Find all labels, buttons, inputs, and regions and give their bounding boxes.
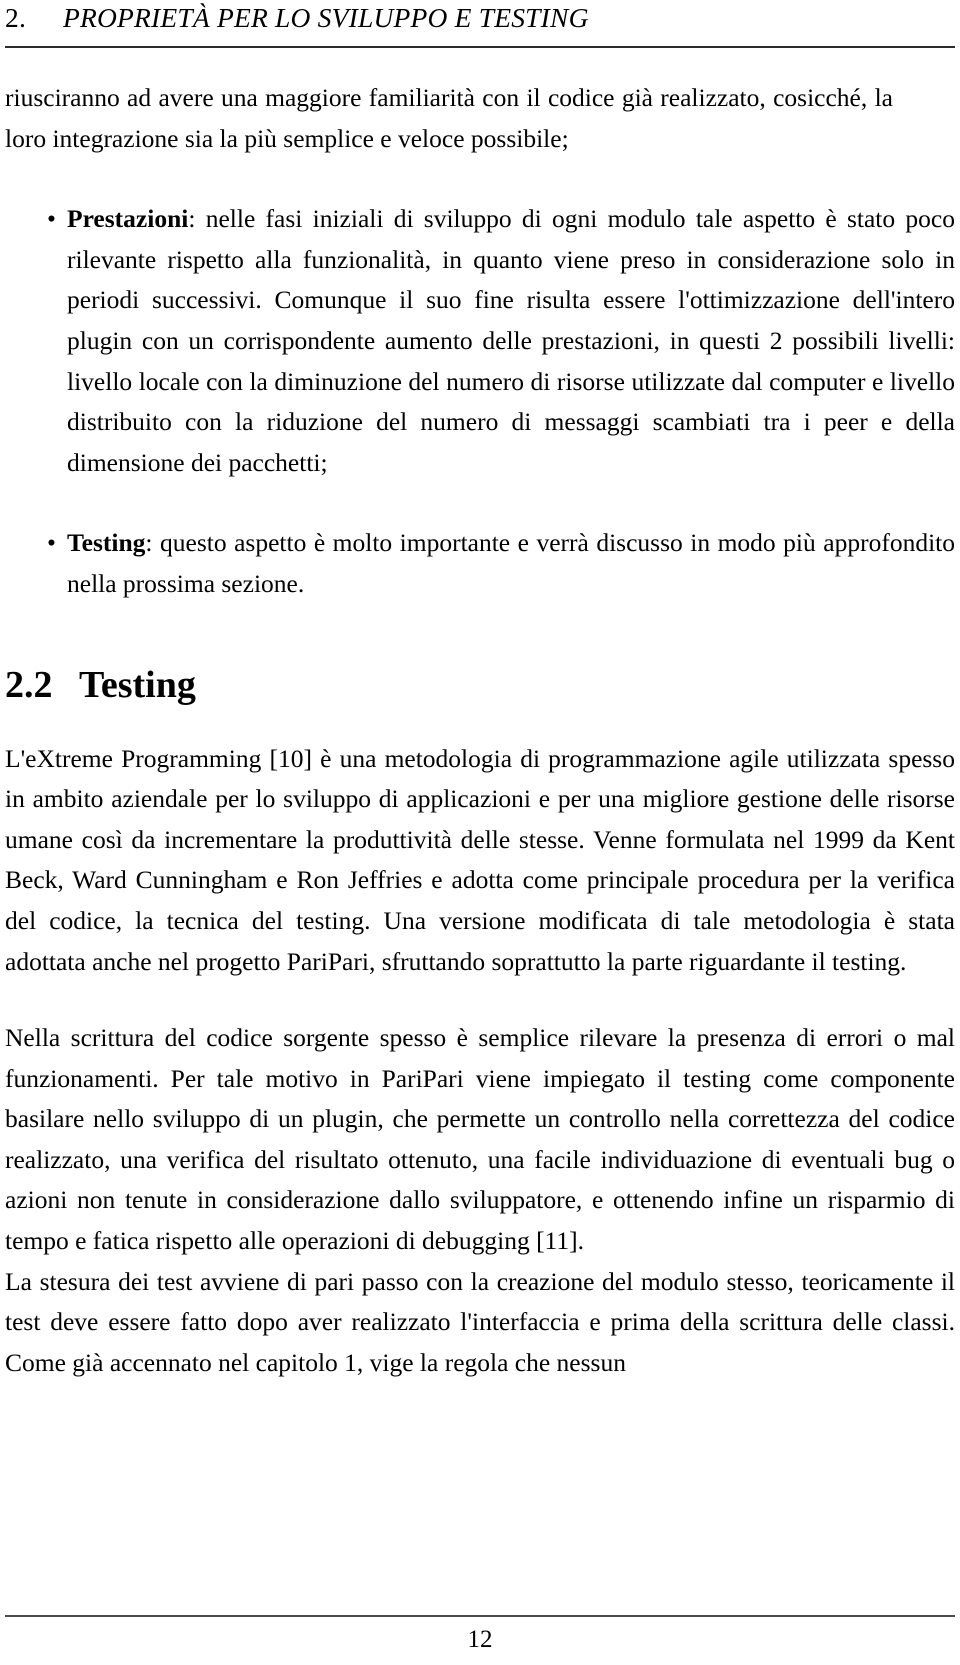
section-heading: 2.2 Testing <box>5 661 955 709</box>
list-item-text: nelle fasi iniziali di sviluppo di ogni … <box>67 204 955 477</box>
list-item-separator: : <box>188 204 206 234</box>
body-paragraph: Nella scrittura del codice sorgente spes… <box>5 1023 955 1256</box>
bullet-icon: • <box>47 204 56 234</box>
list-item-text: questo aspetto è molto importante e verr… <box>67 528 955 598</box>
running-header: 2. PROPRIETÀ PER LO SVILUPPO E TESTING <box>5 0 955 42</box>
section-title: Testing <box>79 663 196 706</box>
body-paragraph: La stesura dei test avviene di pari pass… <box>5 1266 955 1377</box>
page-body: riusciranno ad avere una maggiore famili… <box>5 78 955 1383</box>
document-page: 2. PROPRIETÀ PER LO SVILUPPO E TESTING r… <box>0 0 960 1665</box>
list-item-term: Testing <box>67 528 146 558</box>
bullet-icon: • <box>47 528 56 558</box>
list-item: • Testing: questo aspetto è molto import… <box>5 523 955 604</box>
page-number: 12 <box>467 1626 493 1653</box>
header-chapter-number: 2. <box>5 2 27 33</box>
header-chapter-title: PROPRIETÀ PER LO SVILUPPO E TESTING <box>63 2 589 33</box>
list-item-paragraph: Prestazioni: nelle fasi iniziali di svil… <box>67 199 955 483</box>
list-item-separator: : <box>145 528 161 558</box>
list-item: • Prestazioni: nelle fasi iniziali di sv… <box>5 199 955 483</box>
list-item-term: Prestazioni <box>67 204 189 234</box>
section-number: 2.2 <box>5 663 53 706</box>
bulleted-list: • Prestazioni: nelle fasi iniziali di sv… <box>5 199 955 604</box>
body-paragraph: L'eXtreme Programming [10] è una metodol… <box>5 743 955 976</box>
header-rule <box>5 46 955 48</box>
page-footer: 12 <box>5 1615 955 1657</box>
list-item-paragraph: Testing: questo aspetto è molto importan… <box>67 523 955 604</box>
continuation-paragraph: riusciranno ad avere una maggiore famili… <box>5 83 893 153</box>
